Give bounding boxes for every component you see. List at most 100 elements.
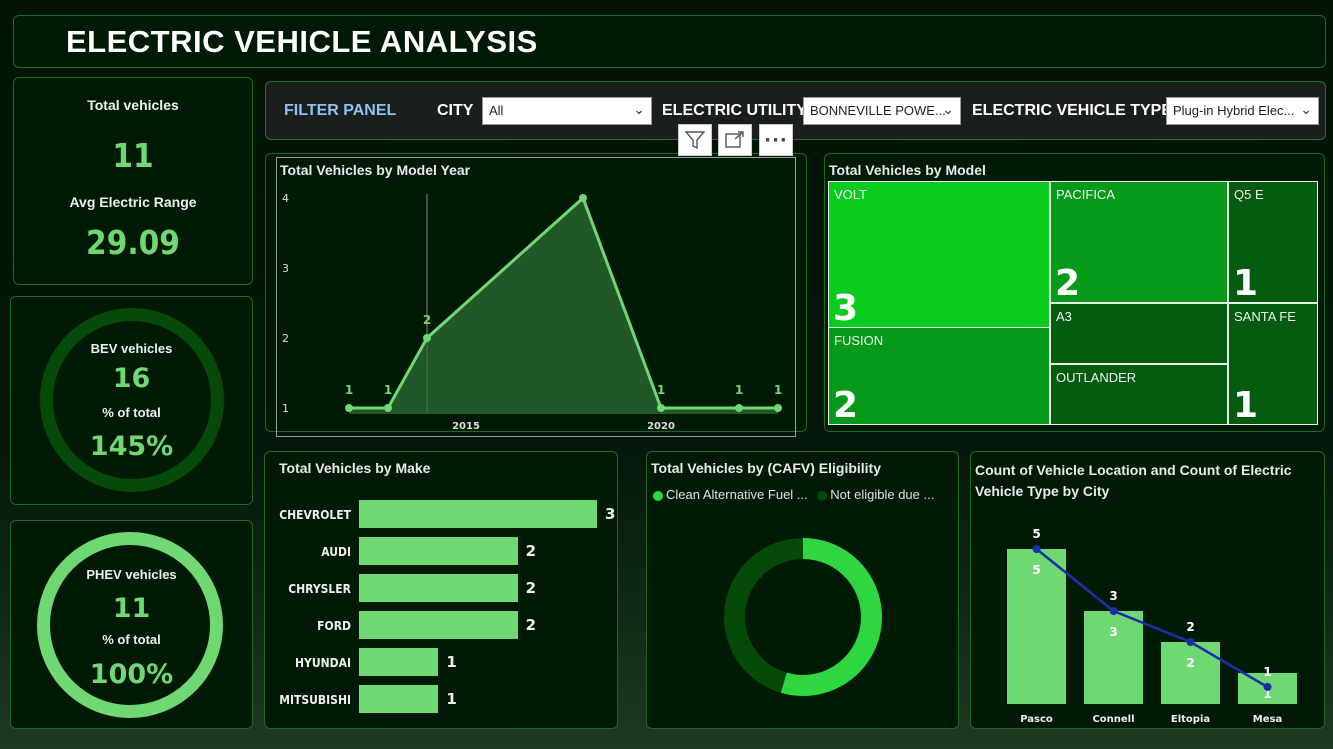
model-year-chart: 1 2 3 4 2015 2020 1 1 2 1 1 1 bbox=[282, 192, 782, 432]
avg-range-value: 29.09 bbox=[86, 223, 180, 262]
bar-category-label: CHEVROLET bbox=[279, 508, 351, 522]
data-label: 1 bbox=[345, 383, 353, 397]
make-title: Total Vehicles by Make bbox=[279, 460, 431, 476]
tile-label: VOLT bbox=[834, 187, 867, 202]
data-label: 1 bbox=[384, 383, 392, 397]
bar[interactable] bbox=[359, 500, 597, 528]
y-tick-label: 4 bbox=[282, 192, 289, 205]
bar[interactable] bbox=[359, 574, 518, 602]
tile-value: 2 bbox=[833, 385, 859, 426]
bar-category-label: CHRYSLER bbox=[288, 582, 351, 596]
bar-value-label: 2 bbox=[525, 579, 537, 597]
tile-value: 3 bbox=[833, 288, 859, 329]
focus-mode-icon[interactable] bbox=[718, 124, 752, 156]
data-point bbox=[384, 404, 392, 412]
city-dropdown[interactable]: All ⌄ bbox=[482, 97, 652, 125]
bar-value-label: 1 bbox=[446, 690, 457, 708]
bar-category-label: AUDI bbox=[321, 545, 351, 559]
chevron-down-icon: ⌄ bbox=[942, 101, 954, 117]
tile-value: 1 bbox=[1233, 385, 1259, 426]
title-bar: ELECTRIC VEHICLE ANALYSIS bbox=[13, 15, 1326, 68]
x-tick-label: 2015 bbox=[452, 421, 480, 432]
type-label: ELECTRIC VEHICLE TYPE bbox=[972, 102, 1173, 119]
filter-panel-label: FILTER PANEL bbox=[284, 102, 397, 119]
y-tick-label: 1 bbox=[282, 402, 289, 415]
bev-pct-label: % of total bbox=[102, 405, 161, 420]
city-value: All bbox=[489, 103, 504, 118]
data-point bbox=[579, 194, 587, 202]
bev-value: 16 bbox=[112, 363, 151, 394]
bev-pct-value: 145% bbox=[89, 431, 174, 462]
total-vehicles-label: Total vehicles bbox=[87, 97, 179, 113]
bev-ring bbox=[40, 308, 224, 492]
chevron-down-icon: ⌄ bbox=[633, 101, 645, 117]
bar[interactable] bbox=[359, 685, 439, 713]
page-title: ELECTRIC VEHICLE ANALYSIS bbox=[66, 24, 538, 59]
tile-label: PACIFICA bbox=[1056, 187, 1115, 202]
phev-pct-label: % of total bbox=[102, 632, 161, 647]
bev-card: BEV vehicles 16 % of total 145% bbox=[10, 296, 253, 505]
treemap-tile-q5e[interactable]: Q5 E 1 bbox=[1228, 181, 1318, 304]
bar[interactable] bbox=[359, 537, 518, 565]
phev-label: PHEV vehicles bbox=[86, 567, 177, 582]
model-treemap-card: Total Vehicles by Model VOLT 3 PACIFICA … bbox=[824, 153, 1325, 432]
line-value-label: 5 bbox=[1032, 527, 1040, 541]
tile-value: 2 bbox=[1055, 263, 1081, 304]
type-dropdown[interactable]: Plug-in Hybrid Elec... ⌄ bbox=[1166, 97, 1319, 125]
tile-label: OUTLANDER bbox=[1056, 370, 1137, 385]
x-category-label: Connell bbox=[1092, 714, 1134, 725]
treemap-tile-outlander[interactable]: OUTLANDER bbox=[1050, 364, 1228, 425]
bar bbox=[1161, 642, 1220, 704]
utility-value: BONNEVILLE POWE... bbox=[810, 103, 946, 118]
phev-ring bbox=[37, 532, 223, 718]
x-category-label: Pasco bbox=[1020, 714, 1053, 725]
treemap-tile-santa-fe[interactable]: SANTA FE 1 bbox=[1228, 303, 1318, 426]
make-bar-card: Total Vehicles by Make CHEVROLET 3 AUDI 2 CH… bbox=[264, 451, 618, 729]
data-point bbox=[657, 404, 665, 412]
utility-dropdown[interactable]: BONNEVILLE POWE... ⌄ bbox=[803, 97, 961, 125]
y-tick-label: 3 bbox=[282, 262, 289, 275]
chevron-down-icon: ⌄ bbox=[1300, 101, 1312, 117]
treemap-tile-fusion[interactable]: FUSION 2 bbox=[828, 327, 1050, 426]
bar-value-label: 3 bbox=[605, 505, 616, 523]
x-category-label: Eltopia bbox=[1171, 714, 1210, 725]
tile-label: Q5 E bbox=[1234, 187, 1264, 202]
filter-panel: FILTER PANEL CITY All ⌄ ELECTRIC UTILITY… bbox=[265, 81, 1326, 140]
area-fill bbox=[349, 198, 778, 414]
bar-value-label: 5 bbox=[1032, 563, 1040, 577]
line-point bbox=[1263, 683, 1272, 691]
type-value: Plug-in Hybrid Elec... bbox=[1173, 103, 1295, 118]
data-label: 1 bbox=[657, 383, 665, 397]
data-point bbox=[735, 404, 743, 412]
city-card: Count of Vehicle Location and Count of E… bbox=[970, 451, 1325, 729]
bar-value-label: 2 bbox=[525, 542, 537, 560]
phev-card: PHEV vehicles 11 % of total 100% bbox=[10, 520, 253, 729]
bar[interactable] bbox=[359, 648, 439, 676]
bar-value-label: 3 bbox=[1109, 625, 1117, 639]
model-year-card: Total Vehicles by Model Year 1 2 3 4 2015 202… bbox=[265, 153, 807, 432]
data-point bbox=[345, 404, 353, 412]
treemap-title: Total Vehicles by Model bbox=[829, 162, 986, 178]
donut-slice bbox=[780, 538, 882, 696]
bar-value-label: 1 bbox=[446, 653, 457, 671]
line-value-label: 1 bbox=[1263, 665, 1271, 679]
series-line bbox=[1035, 548, 1269, 689]
treemap-tile-volt[interactable]: VOLT 3 bbox=[828, 181, 1050, 329]
bar[interactable] bbox=[359, 611, 518, 639]
phev-value: 11 bbox=[112, 593, 151, 624]
filter-icon[interactable] bbox=[678, 124, 712, 156]
data-label: 2 bbox=[423, 313, 431, 327]
bar-category-label: HYUNDAI bbox=[295, 656, 351, 670]
tile-label: FUSION bbox=[834, 333, 884, 348]
treemap-tile-pacifica[interactable]: PACIFICA 2 bbox=[1050, 181, 1228, 304]
line-value-label: 3 bbox=[1109, 589, 1117, 603]
donut-slice bbox=[724, 538, 803, 693]
more-options-icon[interactable]: ··· bbox=[759, 124, 793, 156]
line-value-label: 2 bbox=[1186, 620, 1194, 634]
line-point bbox=[1109, 607, 1118, 615]
treemap-tile-a3[interactable]: A3 bbox=[1050, 303, 1228, 364]
line-point bbox=[1186, 638, 1195, 646]
data-point bbox=[423, 334, 431, 342]
bar-category-label: FORD bbox=[317, 619, 351, 633]
bar-value-label: 2 bbox=[1186, 656, 1194, 670]
